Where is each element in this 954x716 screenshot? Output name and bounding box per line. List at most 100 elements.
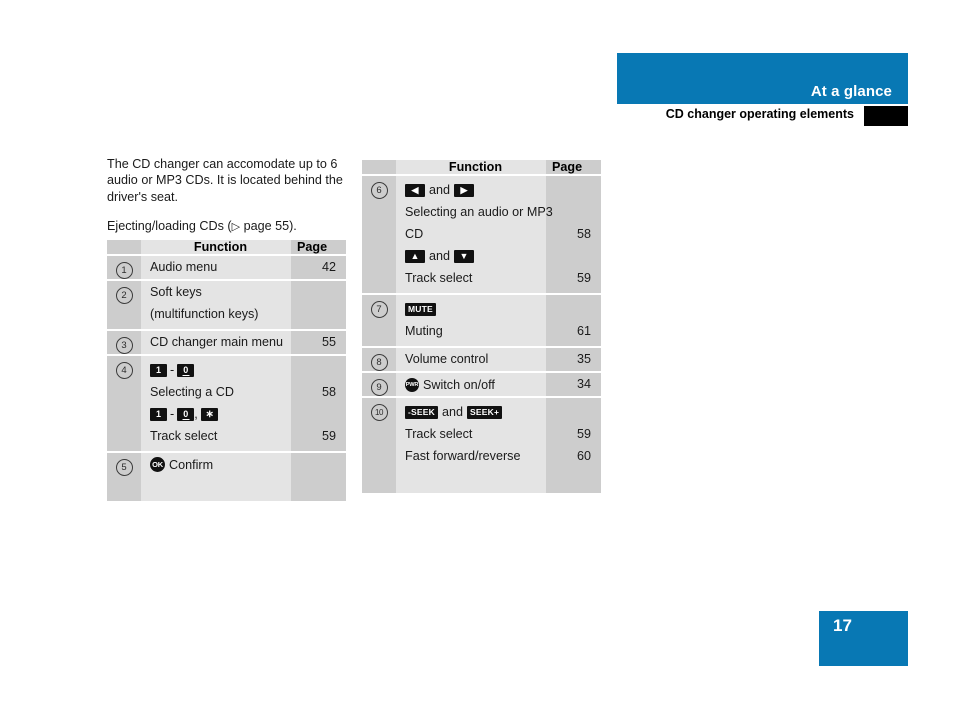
- page-reference[interactable]: 59: [546, 267, 591, 289]
- row-page-cell: 61: [546, 294, 601, 348]
- key-glyph-row-seek: -SEEK and SEEK+: [405, 401, 546, 423]
- page-reference[interactable]: 42: [291, 256, 336, 278]
- callout-number-9: 9: [370, 379, 388, 396]
- function-label: Soft keys: [150, 285, 202, 299]
- row-function-cell: Audio menu: [141, 255, 291, 281]
- row-number-cell: 6: [362, 175, 396, 295]
- arrow-right-key-icon[interactable]: ▶: [454, 184, 475, 198]
- confirm-key-line: OK Confirm: [150, 453, 291, 475]
- arrow-down-key-icon[interactable]: ▼: [454, 250, 475, 264]
- header-black-tab: [864, 106, 908, 126]
- table-row: 3 CD changer main menu 55: [107, 330, 346, 356]
- table-row: 6 ◀ and ▶ Selecting an audio or MP3 CD ▲ an…: [362, 175, 601, 295]
- key-glyph-row-mute: MUTE: [405, 298, 546, 320]
- header-cell-function: Function: [396, 160, 546, 176]
- table-header-row: Function Page: [362, 160, 601, 176]
- row-number-cell: 4: [107, 355, 141, 453]
- row-function-cell: PWR Switch on/off: [396, 372, 546, 398]
- seek-back-key-icon[interactable]: -SEEK: [405, 406, 438, 420]
- callout-number-3: 3: [115, 337, 133, 354]
- function-label: CD changer main menu: [150, 335, 283, 349]
- arrow-up-key-icon[interactable]: ▲: [405, 250, 425, 264]
- row-page-cell: 55: [291, 330, 346, 356]
- row-function-cell: Volume control: [396, 347, 546, 373]
- row-page-cell: [291, 280, 346, 331]
- key-digit-1-icon[interactable]: 1: [150, 364, 167, 378]
- key-glyph-row-digits: 1-0: [150, 359, 291, 381]
- row-page-cell: 34: [546, 372, 601, 398]
- function-label: Switch on/off: [423, 377, 495, 392]
- key-list-comma: ,: [194, 407, 198, 421]
- callout-number-2: 2: [115, 287, 133, 304]
- seek-forward-key-icon[interactable]: SEEK+: [467, 406, 503, 420]
- page-number-box: 17: [819, 611, 908, 666]
- power-button-icon[interactable]: PWR: [405, 377, 419, 392]
- key-glyph-row-up-down: ▲ and ▼: [405, 245, 546, 267]
- page-reference[interactable]: 59: [546, 423, 591, 445]
- header-cell-page: Page: [546, 160, 601, 176]
- table-row: 4 1-0 Selecting a CD 1-0, ∗ Track select…: [107, 355, 346, 453]
- page-reference[interactable]: 59: [291, 425, 336, 447]
- callout-number-1: 1: [115, 262, 133, 279]
- key-digit-1-icon[interactable]: 1: [150, 408, 167, 422]
- row-function-cell: OK Confirm: [141, 452, 291, 503]
- page-reference[interactable]: 55: [291, 331, 336, 353]
- intro-p2-post: page 55).: [240, 219, 297, 234]
- page-reference: [291, 281, 336, 303]
- intro-paragraph-2: Ejecting/loading CDs (▷ page 55).: [107, 218, 350, 235]
- row-page-cell: 42: [291, 255, 346, 281]
- row-function-cell: -SEEK and SEEK+ Track select Fast forward/…: [396, 397, 546, 495]
- page-reference: [291, 453, 336, 475]
- key-glyph-row-digits-star: 1-0, ∗: [150, 403, 291, 425]
- page-reference[interactable]: 58: [291, 381, 336, 403]
- page-reference[interactable]: 58: [546, 223, 591, 245]
- row-number-cell: 8: [362, 347, 396, 373]
- row-number-cell: 7: [362, 294, 396, 348]
- ok-button-icon[interactable]: OK: [150, 457, 165, 473]
- mute-key-icon[interactable]: MUTE: [405, 303, 436, 317]
- table-row: 8 Volume control 35: [362, 347, 601, 373]
- row-number-cell: 5: [107, 452, 141, 503]
- callout-number-5: 5: [115, 459, 133, 476]
- operating-elements-table-right: Function Page 6 ◀ and ▶ Selecting an audio…: [362, 160, 601, 495]
- row-number-cell: 9: [362, 372, 396, 398]
- function-label-cont: CD: [405, 227, 424, 241]
- row-page-cell: 59 60: [546, 397, 601, 495]
- header-band-title: At a glance: [810, 83, 892, 100]
- row-function-cell: 1-0 Selecting a CD 1-0, ∗ Track select: [141, 355, 291, 453]
- cross-reference-arrow-icon: ▷: [231, 221, 241, 234]
- page-reference[interactable]: 35: [546, 348, 591, 370]
- row-number-cell: 1: [107, 255, 141, 281]
- conjunction-and: and: [429, 183, 451, 197]
- page-reference[interactable]: 61: [546, 320, 591, 342]
- arrow-left-key-icon[interactable]: ◀: [405, 184, 425, 198]
- page-reference[interactable]: 34: [546, 373, 591, 395]
- page-reference[interactable]: 60: [546, 445, 591, 467]
- function-label: Fast forward/reverse: [405, 449, 521, 463]
- table-row: 1 Audio menu 42: [107, 255, 346, 281]
- callout-number-7: 7: [370, 301, 388, 318]
- table-row: 10 -SEEK and SEEK+ Track select Fast forwa…: [362, 397, 601, 495]
- key-range-dash: -: [170, 407, 175, 421]
- key-digit-0-icon[interactable]: 0: [177, 364, 195, 378]
- conjunction-and: and: [429, 249, 451, 263]
- row-function-cell: Soft keys (multifunction keys): [141, 280, 291, 331]
- header-subtitle-bar: CD changer operating elements: [617, 106, 908, 126]
- header-cell-number: [362, 160, 396, 176]
- key-digit-0-icon[interactable]: 0: [177, 408, 195, 422]
- function-sublabel: (multifunction keys): [150, 307, 259, 321]
- callout-number-10: 10: [370, 404, 388, 421]
- key-asterisk-icon[interactable]: ∗: [201, 408, 219, 422]
- intro-paragraph-1: The CD changer can accomodate up to 6 au…: [107, 157, 343, 204]
- header-cell-page: Page: [291, 240, 346, 256]
- row-number-cell: 2: [107, 280, 141, 331]
- key-glyph-row-left-right: ◀ and ▶: [405, 179, 546, 201]
- power-key-line: PWR Switch on/off: [405, 373, 546, 395]
- callout-number-4: 4: [115, 362, 133, 379]
